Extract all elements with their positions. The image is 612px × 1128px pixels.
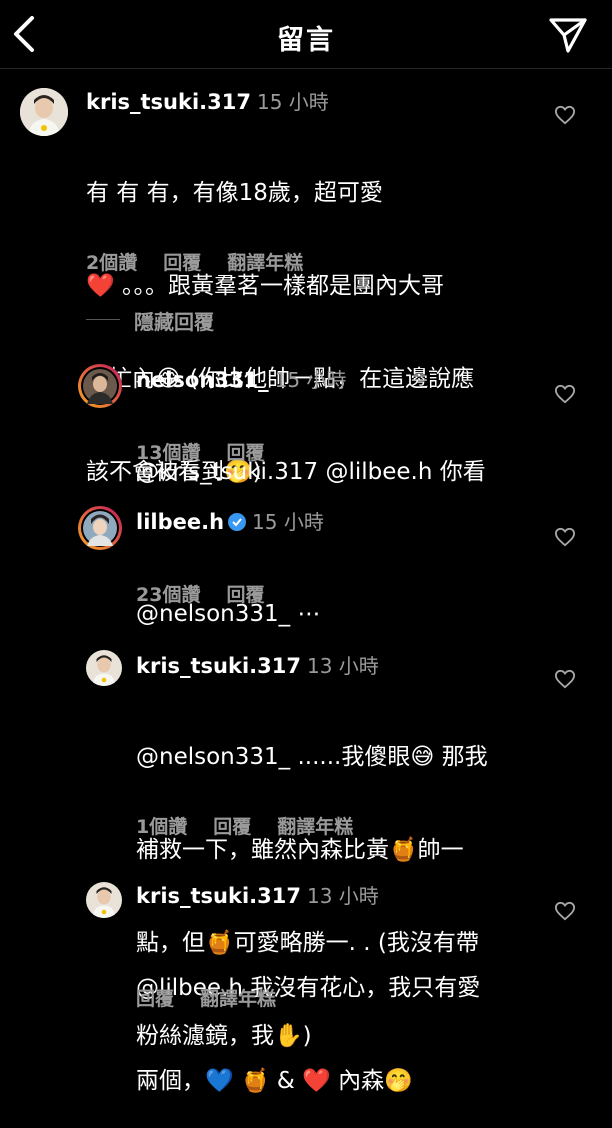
comment-meta: kris_tsuki.317 13 小時 bbox=[136, 650, 379, 679]
comment-meta: kris_tsuki.317 15 小時 bbox=[86, 86, 329, 115]
comment-text: @lilbee.h 我沒有花心，我只有愛 兩個，💙 🍯 & ❤️ 內森🤭 bbox=[136, 911, 480, 1128]
like-button[interactable] bbox=[554, 527, 576, 547]
translate-button[interactable]: 翻譯年糕 bbox=[277, 816, 353, 838]
verified-badge-icon bbox=[228, 513, 247, 531]
heart-outline-icon bbox=[554, 669, 576, 689]
like-button[interactable] bbox=[554, 105, 576, 125]
comment-line: @nelson331_ ......我傻眼😅 那我 bbox=[136, 744, 488, 770]
comment-line: 補救一下，雖然內森比黃🍯帥一 bbox=[136, 837, 464, 863]
header-bar: 留言 bbox=[0, 0, 612, 69]
avatar[interactable] bbox=[78, 364, 122, 408]
timestamp: 13 小時 bbox=[307, 654, 379, 678]
timestamp: 13 小時 bbox=[307, 884, 379, 908]
like-button[interactable] bbox=[554, 384, 576, 404]
comment-meta: lilbee.h 15 小時 bbox=[136, 506, 324, 535]
timestamp: 15 小時 bbox=[252, 510, 324, 534]
share-button[interactable] bbox=[548, 16, 588, 54]
avatar[interactable] bbox=[86, 882, 122, 918]
reply-button[interactable]: 回覆 bbox=[136, 988, 174, 1010]
username[interactable]: kris_tsuki.317 bbox=[86, 90, 251, 114]
avatar[interactable] bbox=[20, 88, 68, 136]
comment-line: 有 有 有，有像18歲，超可愛 bbox=[86, 180, 383, 206]
divider bbox=[86, 319, 120, 320]
comment-actions: 回覆 翻譯年糕 bbox=[136, 984, 302, 1011]
comment-actions: 2個讚 回覆 翻譯年糕 bbox=[86, 248, 329, 275]
heart-outline-icon bbox=[554, 105, 576, 125]
avatar[interactable] bbox=[78, 506, 122, 550]
comment-line: ❤️ 。。。跟黃羣茗一樣都是團內大哥 bbox=[86, 273, 444, 299]
hide-replies-label: 隱藏回覆 bbox=[134, 310, 214, 334]
send-icon bbox=[549, 18, 587, 53]
comment-line: 兩個，💙 🍯 & ❤️ 內森🤭 bbox=[136, 1068, 413, 1094]
like-button[interactable] bbox=[554, 901, 576, 921]
comment-actions: 1個讚 回覆 翻譯年糕 bbox=[136, 812, 379, 839]
timestamp: 15 小時 bbox=[274, 368, 347, 392]
like-count[interactable]: 13個讚 bbox=[136, 442, 200, 464]
reply-button[interactable]: 回覆 bbox=[163, 252, 201, 274]
heart-outline-icon bbox=[554, 384, 576, 404]
like-button[interactable] bbox=[554, 669, 576, 689]
reply-button[interactable]: 回覆 bbox=[226, 442, 264, 464]
page-title: 留言 bbox=[277, 25, 335, 56]
avatar[interactable] bbox=[86, 650, 122, 686]
timestamp: 15 小時 bbox=[257, 90, 329, 114]
reply-button[interactable]: 回覆 bbox=[226, 584, 264, 606]
heart-outline-icon bbox=[554, 901, 576, 921]
like-count[interactable]: 23個讚 bbox=[136, 584, 200, 606]
like-count[interactable]: 1個讚 bbox=[136, 816, 187, 838]
username[interactable]: kris_tsuki.317 bbox=[136, 654, 301, 678]
comment-meta: kris_tsuki.317 13 小時 bbox=[136, 880, 379, 909]
heart-outline-icon bbox=[554, 527, 576, 547]
username[interactable]: kris_tsuki.317 bbox=[136, 884, 301, 908]
username[interactable]: lilbee.h bbox=[136, 510, 224, 534]
comment-actions: 13個讚 回覆 bbox=[136, 438, 290, 465]
reply-button[interactable]: 回覆 bbox=[213, 816, 251, 838]
translate-button[interactable]: 翻譯年糕 bbox=[200, 988, 276, 1010]
comment-actions: 23個讚 回覆 bbox=[136, 580, 290, 607]
username[interactable]: nelson331_ bbox=[136, 368, 269, 392]
comment-meta: nelson331_ 15 小時 bbox=[136, 364, 346, 393]
translate-button[interactable]: 翻譯年糕 bbox=[227, 252, 303, 274]
like-count[interactable]: 2個讚 bbox=[86, 252, 137, 274]
